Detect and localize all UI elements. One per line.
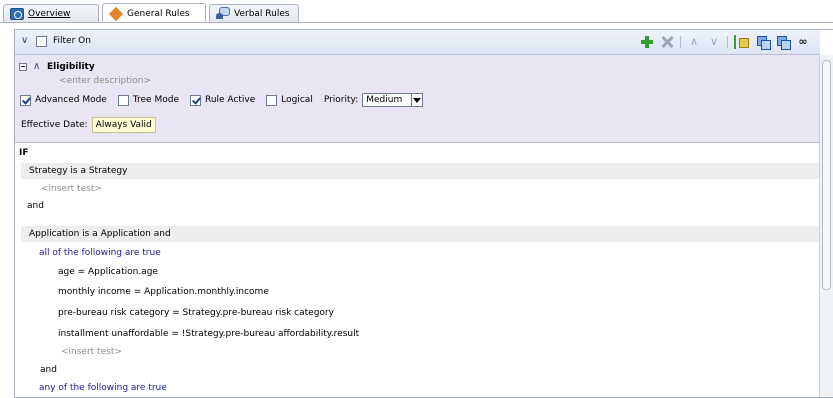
test-row[interactable]: monthly income = Application.monthly.inc… <box>21 284 833 300</box>
logical-checkbox[interactable] <box>266 94 278 106</box>
rule-diamond-icon <box>108 6 124 21</box>
toolbar-separator <box>680 36 681 48</box>
effective-date-label: Effective Date: <box>21 120 88 130</box>
tab-overview[interactable]: Overview <box>3 4 99 22</box>
logical-label: Logical <box>281 95 313 105</box>
copy-icon[interactable] <box>756 35 771 50</box>
rule-options: Advanced Mode Tree Mode Rule Active Logi… <box>20 93 424 107</box>
dropdown-arrow-icon[interactable] <box>411 94 423 106</box>
test-row[interactable]: pre-bureau risk category = Strategy.pre-… <box>21 305 833 321</box>
tab-general-rules-label: General Rules <box>127 8 190 19</box>
tree-mode-option[interactable]: Tree Mode <box>117 94 179 106</box>
insert-test-placeholder[interactable]: <insert test> <box>21 181 833 197</box>
filter-checkbox[interactable] <box>36 36 47 47</box>
rule-active-label: Rule Active <box>204 95 256 105</box>
find-icon[interactable]: ∞ <box>796 35 810 49</box>
and-operator: and <box>27 201 44 211</box>
rule-title: Eligibility <box>47 62 95 72</box>
test-row[interactable]: age = Application.age <box>21 264 833 280</box>
all-true-group[interactable]: all of the following are true <box>21 245 833 261</box>
insert-test-placeholder[interactable]: <insert test> <box>21 344 833 360</box>
and-operator: and <box>40 365 57 375</box>
priority-select[interactable]: Medium <box>362 93 424 107</box>
collapse-rule-icon[interactable] <box>19 63 27 71</box>
tab-verbal-rules-label: Verbal Rules <box>234 8 290 19</box>
test-row[interactable]: installment unaffordable = !Strategy.pre… <box>21 326 833 342</box>
tab-divider <box>0 22 833 23</box>
effective-date-row: Effective Date: Always Valid <box>21 117 156 133</box>
double-chevron-up-icon[interactable]: ∧ <box>33 61 40 72</box>
tree-icon[interactable] <box>734 35 750 49</box>
advanced-mode-option[interactable]: Advanced Mode <box>20 94 107 106</box>
rules-toolbar: ∨ Filter On ∧ ∨ ∞ <box>15 30 820 55</box>
verbal-rules-icon <box>216 7 230 20</box>
move-down-icon[interactable]: ∨ <box>707 35 721 49</box>
collapse-all-icon[interactable]: ∨ <box>21 36 31 46</box>
condition-row[interactable]: Strategy is a Strategy <box>21 163 828 179</box>
rule-active-option[interactable]: Rule Active <box>189 94 256 106</box>
tab-general-rules[interactable]: General Rules <box>102 3 206 23</box>
priority-label: Priority: <box>323 95 359 105</box>
condition-row[interactable]: Application is a Application and <box>21 226 828 242</box>
if-keyword: IF <box>19 148 29 158</box>
priority-value: Medium <box>366 95 403 105</box>
scrollbar-thumb[interactable] <box>822 60 831 290</box>
logical-option[interactable]: Logical <box>266 94 313 106</box>
toolbar-icon-group: ∧ ∨ ∞ <box>640 34 810 50</box>
overview-icon <box>10 7 24 20</box>
vertical-scrollbar[interactable] <box>819 55 833 397</box>
rule-conditions: IF Strategy is a Strategy <insert test> … <box>15 143 828 397</box>
paste-icon[interactable] <box>776 35 791 50</box>
move-up-icon[interactable]: ∧ <box>687 35 701 49</box>
tab-overview-label: Overview <box>28 8 71 19</box>
tab-verbal-rules[interactable]: Verbal Rules <box>209 4 299 22</box>
rule-active-checkbox[interactable] <box>189 94 201 106</box>
tree-mode-label: Tree Mode <box>132 95 179 105</box>
rule-description-field[interactable]: <enter description> <box>59 76 151 86</box>
delete-icon[interactable] <box>660 35 674 49</box>
add-icon[interactable] <box>640 35 654 49</box>
tree-mode-checkbox[interactable] <box>117 94 129 106</box>
advanced-mode-checkbox[interactable] <box>20 94 31 106</box>
rule-header-panel: ∧ Eligibility <enter description> Advanc… <box>15 55 820 143</box>
toolbar-separator <box>727 36 728 48</box>
editor-tab-bar: Overview General Rules Verbal Rules <box>0 0 833 23</box>
rules-editor-panel: ∨ Filter On ∧ ∨ ∞ ∧ Eligibility <enter d… <box>14 29 833 398</box>
filter-label[interactable]: Filter On <box>53 36 91 46</box>
advanced-mode-label: Advanced Mode <box>35 95 107 105</box>
effective-date-field[interactable]: Always Valid <box>91 117 156 133</box>
any-true-group[interactable]: any of the following are true <box>21 380 833 396</box>
